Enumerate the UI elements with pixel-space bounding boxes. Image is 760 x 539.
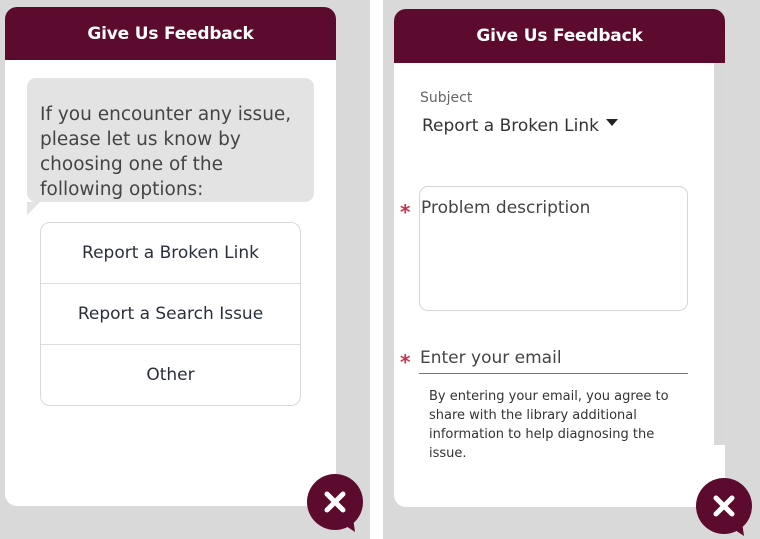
option-broken-link[interactable]: Report a Broken Link — [41, 223, 300, 284]
scrollbar[interactable] — [714, 63, 725, 445]
required-marker: * — [400, 200, 411, 224]
widget-title: Give Us Feedback — [87, 23, 254, 44]
option-search-issue[interactable]: Report a Search Issue — [41, 284, 300, 345]
caret-down-icon[interactable] — [606, 119, 618, 126]
close-icon — [696, 478, 752, 536]
feedback-widget-form: Give Us Feedback Subject Report a Broken… — [394, 9, 725, 507]
close-icon — [307, 474, 363, 532]
message-bubble: If you encounter any issue, please let u… — [27, 78, 314, 202]
option-other[interactable]: Other — [41, 345, 300, 405]
options-list: Report a Broken Link Report a Search Iss… — [40, 222, 301, 406]
subject-value: Report a Broken Link — [422, 116, 599, 136]
problem-description-field[interactable]: Problem description — [419, 186, 688, 311]
close-button[interactable] — [694, 478, 754, 538]
bubble-tail — [27, 202, 40, 215]
widget-title: Give Us Feedback — [476, 26, 643, 46]
subject-label: Subject — [420, 90, 473, 106]
message-text: If you encounter any issue, please let u… — [40, 104, 292, 200]
email-placeholder: Enter your email — [420, 348, 562, 368]
subject-select[interactable]: Report a Broken Link — [422, 114, 632, 138]
email-disclaimer: By entering your email, you agree to sha… — [429, 389, 669, 461]
description-placeholder: Problem description — [421, 198, 591, 218]
widget-header: Give Us Feedback — [5, 7, 336, 60]
required-marker: * — [400, 350, 411, 374]
email-field[interactable]: Enter your email — [419, 344, 688, 374]
feedback-widget-options: Give Us Feedback If you encounter any is… — [5, 7, 336, 506]
widget-header: Give Us Feedback — [394, 9, 725, 63]
panel-divider — [370, 0, 383, 539]
close-button[interactable] — [305, 474, 365, 534]
